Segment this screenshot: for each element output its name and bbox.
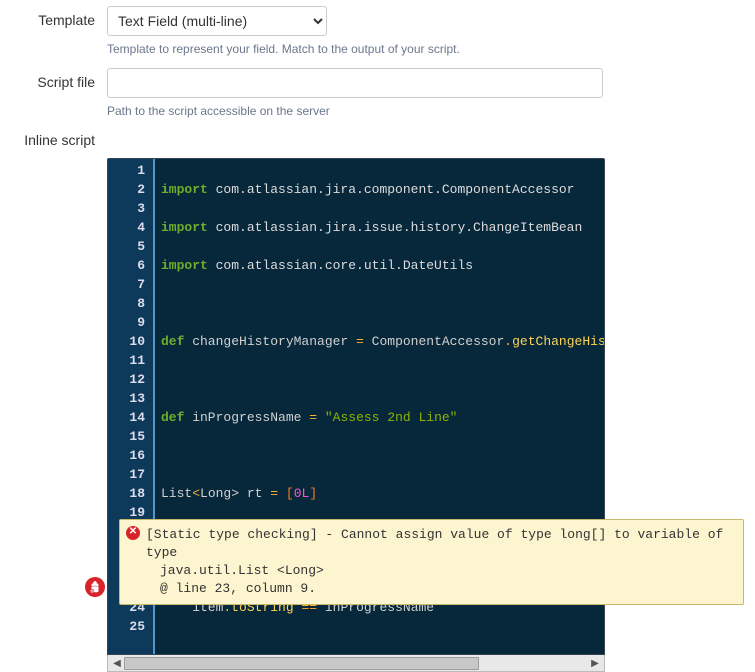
error-location: @ line 23, column 9. xyxy=(146,580,735,598)
script-file-hint: Path to the script accessible on the ser… xyxy=(107,104,755,118)
script-file-input[interactable] xyxy=(107,68,603,98)
inline-script-label: Inline script xyxy=(0,130,107,148)
scroll-thumb[interactable] xyxy=(124,657,479,670)
script-file-label: Script file xyxy=(0,68,107,90)
template-hint: Template to represent your field. Match … xyxy=(107,42,755,56)
error-message-line: java.util.List <Long> xyxy=(146,562,735,580)
error-icon: ✕ xyxy=(126,526,140,540)
template-select[interactable]: Text Field (multi-line) xyxy=(107,6,327,36)
editor-horizontal-scrollbar[interactable]: ◀ ▶ xyxy=(107,655,605,672)
error-gutter-marker[interactable] xyxy=(85,577,105,597)
error-tooltip: ✕ [Static type checking] - Cannot assign… xyxy=(119,519,744,605)
scroll-left-icon[interactable]: ◀ xyxy=(110,656,124,670)
template-label: Template xyxy=(0,6,107,28)
scroll-right-icon[interactable]: ▶ xyxy=(588,656,602,670)
error-message-line: [Static type checking] - Cannot assign v… xyxy=(146,526,735,562)
